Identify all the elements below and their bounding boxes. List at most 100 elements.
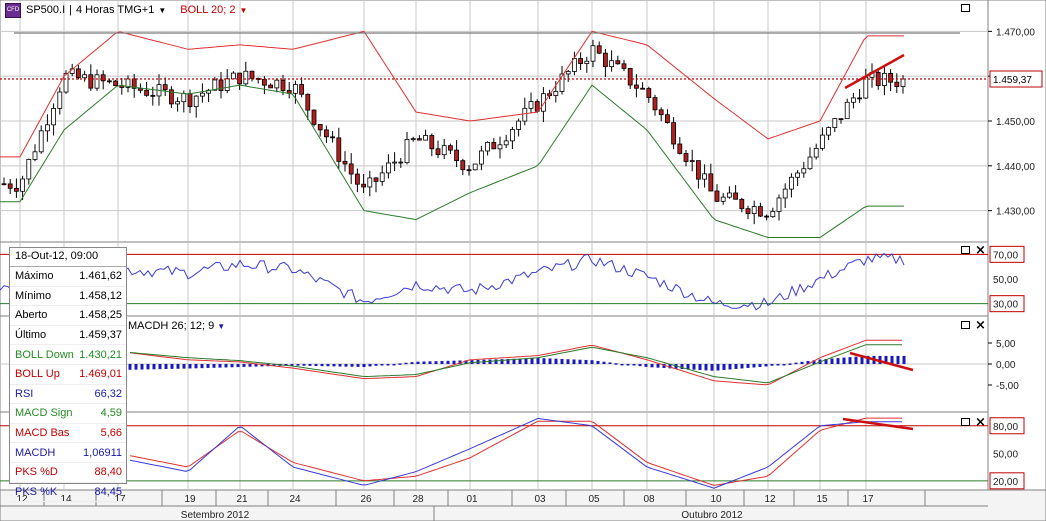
info-label: MACD Sign — [15, 407, 73, 420]
maximize-rsi-icon[interactable] — [961, 246, 970, 254]
candle — [410, 138, 416, 141]
macd-bar — [368, 364, 372, 367]
macd-bar — [590, 360, 594, 364]
candle — [20, 178, 26, 192]
macd-bar — [194, 364, 198, 369]
info-row: MACDH 1,06911 — [10, 443, 126, 463]
candle — [509, 129, 515, 142]
candle — [900, 78, 906, 87]
candle — [634, 84, 639, 89]
candle — [144, 89, 150, 96]
macd-bar — [578, 359, 582, 364]
candle — [342, 160, 348, 165]
candle — [336, 137, 342, 162]
candle — [76, 68, 81, 79]
macd-bar — [830, 358, 834, 364]
candle — [323, 129, 329, 138]
candle — [807, 156, 813, 170]
candle — [609, 60, 614, 68]
candle — [311, 109, 317, 125]
candle — [497, 144, 503, 150]
macd-bar — [782, 364, 786, 366]
candle — [361, 183, 367, 188]
candle — [553, 91, 559, 96]
macd-bar — [164, 364, 168, 370]
info-label: Último — [15, 329, 47, 342]
boll-label[interactable]: BOLL 20; 2 — [180, 4, 235, 16]
cfd-app-icon[interactable]: CFD — [5, 3, 21, 18]
candle — [758, 206, 763, 217]
info-label: PKS %K — [15, 485, 58, 498]
close-stoch-icon[interactable]: × — [975, 416, 986, 429]
day-label: 05 — [588, 494, 600, 505]
candle — [522, 107, 528, 122]
candle — [596, 45, 602, 54]
day-label: 28 — [412, 494, 424, 505]
maximize-macd-icon[interactable] — [961, 321, 970, 329]
candle — [770, 210, 776, 218]
macd-bar — [380, 364, 384, 366]
candle — [100, 74, 106, 82]
day-label: 17 — [862, 494, 874, 505]
candle — [299, 84, 305, 95]
macd-bar — [572, 359, 576, 364]
macd-tick: -5,00 — [996, 381, 1019, 392]
info-value: 4,59 — [100, 407, 122, 420]
candle — [187, 93, 193, 107]
candle — [478, 150, 484, 165]
timeframe-label[interactable]: 4 Horas TMG+1 — [76, 4, 154, 16]
candle — [88, 74, 94, 89]
candle — [739, 198, 745, 210]
macd-bar — [692, 364, 696, 370]
candle — [82, 74, 87, 79]
macd-bar — [800, 361, 804, 364]
macd-header: MACDH 26; 12; 9 ▼ — [128, 320, 225, 332]
candle — [708, 173, 714, 192]
macd-bar — [392, 363, 396, 366]
boll-dropdown-icon[interactable]: ▼ — [240, 6, 248, 15]
candle — [615, 60, 621, 65]
macd-bar — [896, 355, 900, 364]
rsi-pane[interactable] — [0, 241, 989, 317]
month-label: Setembro 2012 — [181, 510, 250, 521]
candle — [379, 172, 385, 182]
candle — [249, 70, 255, 79]
candle — [429, 135, 435, 150]
macd-bar — [452, 360, 456, 364]
macd-bar — [140, 364, 144, 370]
symbol-label[interactable]: SP500.I — [26, 4, 65, 16]
info-rows: Máximo 1.461,62 Mínimo 1.458,12 Aberto 1.458,… — [10, 267, 126, 503]
macd-dropdown-icon[interactable]: ▼ — [217, 322, 225, 331]
day-label: 24 — [289, 494, 301, 505]
candle — [348, 163, 354, 175]
candle — [317, 124, 323, 131]
candle — [32, 151, 38, 160]
macd-label[interactable]: MACDH 26; 12; 9 — [128, 320, 214, 332]
candle — [838, 118, 844, 121]
info-label: RSI — [15, 387, 34, 400]
candle — [851, 97, 856, 103]
candle — [454, 149, 460, 162]
macd-bar — [644, 364, 648, 367]
candle — [175, 101, 181, 105]
chart-header: SP500.I | 4 Horas TMG+1 ▼ BOLL 20; 2 ▼ — [26, 3, 247, 17]
timeframe-dropdown-icon[interactable]: ▼ — [158, 6, 166, 15]
info-label: MACD Bas — [15, 427, 70, 440]
close-rsi-icon[interactable]: × — [975, 244, 986, 257]
chart-canvas[interactable]: 12 14 17 19 21 24 26 28 01 03 05 08 10 12 15 17Setembro… — [0, 0, 1046, 521]
macd-bar — [602, 361, 606, 364]
candle — [1, 183, 7, 186]
macd-bar — [152, 364, 156, 370]
macd-bar — [398, 363, 402, 365]
macd-bar — [764, 364, 768, 367]
maximize-stoch-icon[interactable] — [961, 418, 970, 426]
info-value: 66,32 — [94, 387, 122, 400]
candle — [243, 70, 249, 85]
rsi-tick: 70,00 — [993, 250, 1018, 261]
close-macd-icon[interactable]: × — [975, 319, 986, 332]
day-label: 15 — [816, 494, 828, 505]
macd-bar — [740, 364, 744, 369]
info-label: Máximo — [15, 270, 54, 283]
info-value: 1.459,37 — [79, 329, 122, 342]
maximize-price-icon[interactable] — [961, 4, 970, 12]
